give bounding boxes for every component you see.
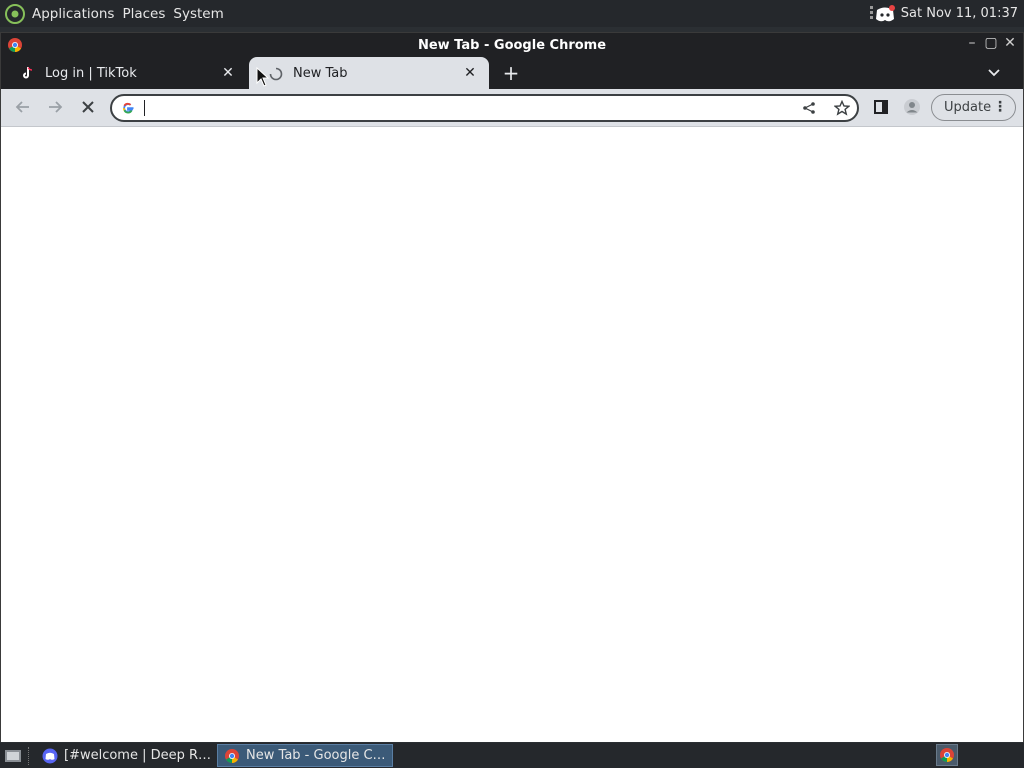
maximize-icon[interactable]: ▢	[984, 36, 998, 50]
side-panel-icon[interactable]	[871, 97, 891, 117]
chrome-window: New Tab - Google Chrome – ▢ ✕ Log in | T…	[0, 32, 1024, 742]
discord-icon	[42, 748, 58, 764]
tab-strip: Log in | TikTok ✕ New Tab ✕ +	[1, 57, 1023, 90]
chevron-down-icon[interactable]	[987, 65, 1001, 79]
bookmark-star-icon[interactable]	[833, 99, 851, 116]
tab-new-tab[interactable]: New Tab ✕	[249, 57, 489, 90]
places-menu[interactable]: Places	[122, 6, 165, 22]
distro-logo-icon[interactable]	[4, 3, 26, 25]
close-tab-icon[interactable]: ✕	[463, 66, 477, 80]
clock[interactable]: Sat Nov 11, 01:37	[901, 6, 1018, 21]
title-bar[interactable]: New Tab - Google Chrome – ▢ ✕	[1, 33, 1023, 57]
applications-menu[interactable]: Applications	[32, 6, 114, 22]
window-title: New Tab - Google Chrome	[417, 37, 607, 53]
top-panel: Applications Places System Sat Nov 11, 0…	[0, 0, 1024, 27]
task-label: [#welcome | Deep R…	[64, 748, 212, 763]
new-tab-plus-icon[interactable]: +	[501, 63, 521, 83]
share-icon[interactable]	[802, 101, 816, 115]
back-arrow-icon[interactable]	[13, 97, 33, 117]
taskbar-item-chrome[interactable]: New Tab - Google C…	[217, 744, 393, 767]
tab-tiktok[interactable]: Log in | TikTok ✕	[1, 57, 247, 89]
forward-arrow-icon[interactable]	[45, 97, 65, 117]
task-label: New Tab - Google C…	[246, 748, 386, 763]
more-menu-icon[interactable]: ⋮	[993, 99, 1007, 115]
page-content[interactable]	[1, 128, 1023, 742]
tiktok-favicon-icon	[21, 66, 35, 80]
show-desktop-icon[interactable]	[2, 745, 24, 767]
update-label: Update	[944, 100, 992, 115]
tab-label: New Tab	[293, 66, 348, 81]
loading-spinner-icon	[269, 67, 283, 81]
chrome-icon	[224, 748, 240, 764]
profile-avatar-icon[interactable]	[902, 97, 922, 117]
tab-label: Log in | TikTok	[45, 65, 137, 81]
address-bar[interactable]	[110, 94, 859, 122]
workspace-switcher-icon[interactable]	[936, 744, 958, 766]
close-tab-icon[interactable]: ✕	[221, 66, 235, 80]
close-window-icon[interactable]: ✕	[1003, 36, 1017, 50]
bottom-taskbar: [#welcome | Deep R… New Tab - Google C…	[0, 743, 1024, 768]
browser-toolbar: Update ⋮	[1, 89, 1023, 127]
discord-tray-icon[interactable]	[869, 4, 895, 24]
omnibox-input[interactable]	[142, 99, 782, 117]
taskbar-separator	[28, 746, 32, 765]
minimize-icon[interactable]: –	[965, 36, 979, 50]
update-button[interactable]: Update ⋮	[931, 94, 1016, 121]
google-g-icon	[121, 101, 135, 115]
stop-loading-icon[interactable]	[78, 97, 98, 117]
mouse-cursor-icon	[256, 66, 270, 87]
system-menu[interactable]: System	[173, 6, 223, 22]
taskbar-item-discord[interactable]: [#welcome | Deep R…	[36, 744, 217, 767]
